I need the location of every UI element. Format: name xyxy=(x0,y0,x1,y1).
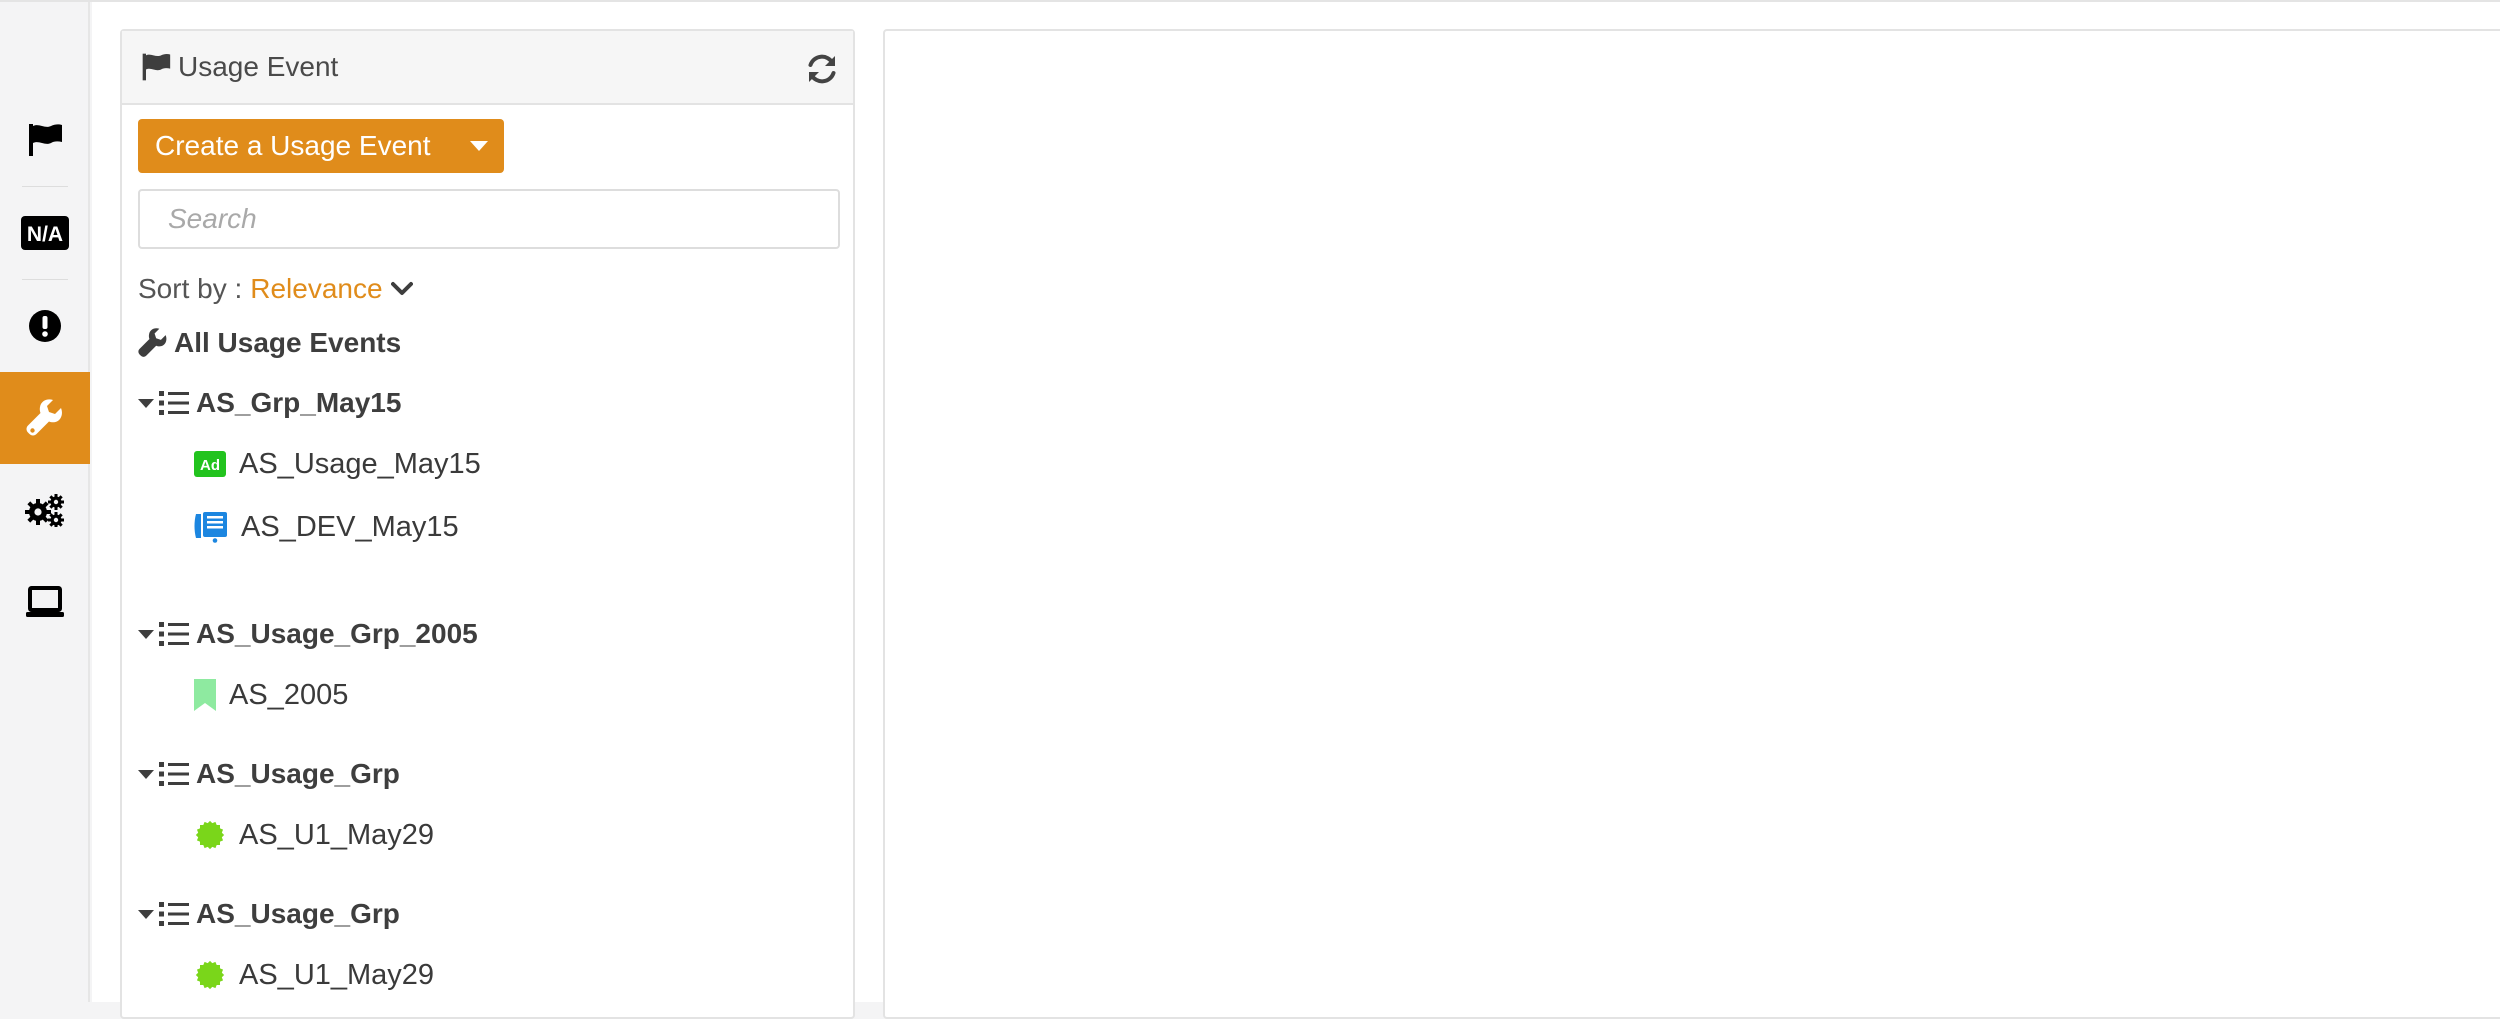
group-label: AS_Usage_Grp_2005 xyxy=(196,618,478,649)
list-icon xyxy=(159,902,189,926)
rail-item-devices[interactable] xyxy=(0,556,90,648)
group-label: AS_Usage_Grp xyxy=(196,758,400,789)
na-icon: N/A xyxy=(21,216,69,250)
list-icon xyxy=(159,762,189,786)
panel-title: Usage Event xyxy=(178,51,339,82)
item-label: AS_DEV_May15 xyxy=(241,510,459,543)
icon-rail: N/A xyxy=(0,2,90,1002)
all-usage-events-label: All Usage Events xyxy=(174,327,402,358)
group-label: AS_Usage_Grp xyxy=(196,898,400,929)
tree-item[interactable]: Ad AS_Usage_May15 xyxy=(194,444,481,484)
tree-group[interactable]: AS_Usage_Grp_2005 xyxy=(138,615,478,653)
wrench-icon xyxy=(138,328,167,357)
search-input[interactable] xyxy=(138,189,840,249)
tree-item[interactable]: AS_2005 xyxy=(194,675,348,715)
badge-icon xyxy=(194,819,226,851)
list-icon xyxy=(159,391,189,415)
caret-down-icon[interactable] xyxy=(138,769,154,779)
tree-group[interactable]: AS_Grp_May15 xyxy=(138,384,401,422)
ad-icon: Ad xyxy=(194,451,226,477)
chevron-down-icon[interactable] xyxy=(390,281,413,297)
tree-item[interactable]: AS_U1_May29 xyxy=(194,955,434,995)
group-label: AS_Grp_May15 xyxy=(196,387,402,418)
item-label: AS_2005 xyxy=(229,678,349,711)
sort-value[interactable]: Relevance xyxy=(250,273,382,305)
all-usage-events[interactable]: All Usage Events xyxy=(138,325,401,361)
usage-event-panel: Usage Event Create a Usage Event Sort by… xyxy=(120,29,855,1019)
create-button-label: Create a Usage Event xyxy=(155,130,431,161)
caret-down-icon[interactable] xyxy=(138,629,154,639)
item-label: AS_Usage_May15 xyxy=(239,447,481,480)
create-usage-event-button[interactable]: Create a Usage Event xyxy=(138,119,504,173)
svg-text:N/A: N/A xyxy=(27,223,63,246)
rail-item-alerts[interactable] xyxy=(0,280,90,372)
gears-icon xyxy=(25,494,64,527)
badge-icon xyxy=(194,959,226,991)
device-icon xyxy=(194,511,228,543)
tree-item[interactable]: AS_DEV_May15 xyxy=(194,507,459,547)
rail-item-na[interactable]: N/A xyxy=(0,187,90,279)
sort-control: Sort by : Relevance xyxy=(138,271,413,307)
rail-item-settings[interactable] xyxy=(0,464,90,556)
laptop-icon xyxy=(26,586,64,617)
rail-item-usage-events[interactable] xyxy=(0,94,90,186)
caret-down-icon[interactable] xyxy=(138,398,154,408)
detail-panel xyxy=(883,29,2500,1019)
bookmark-icon xyxy=(194,679,216,711)
tree-item[interactable]: AS_U1_May29 xyxy=(194,815,434,855)
flag-icon xyxy=(142,53,171,81)
flag-icon xyxy=(29,124,62,156)
sort-label: Sort by : xyxy=(138,273,243,304)
panel-header: Usage Event xyxy=(122,31,853,105)
wrench-icon xyxy=(26,399,62,436)
rail-item-usage-tools[interactable] xyxy=(0,372,90,464)
caret-down-icon[interactable] xyxy=(470,141,488,151)
list-icon xyxy=(159,622,189,646)
svg-text:Ad: Ad xyxy=(200,457,220,474)
caret-down-icon[interactable] xyxy=(138,909,154,919)
tree-group[interactable]: AS_Usage_Grp xyxy=(138,755,400,793)
item-label: AS_U1_May29 xyxy=(239,818,435,851)
refresh-icon[interactable] xyxy=(805,52,839,86)
alert-icon xyxy=(29,310,61,342)
item-label: AS_U1_May29 xyxy=(239,958,435,991)
tree-group[interactable]: AS_Usage_Grp xyxy=(138,895,400,933)
